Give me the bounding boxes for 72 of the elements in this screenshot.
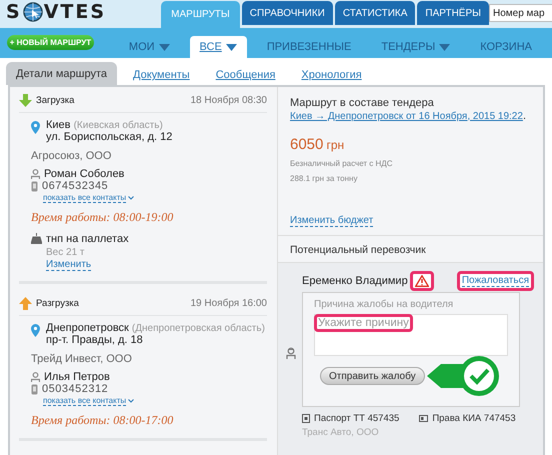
search-field[interactable]: Номер мар: [489, 4, 552, 22]
region-text: (Днепропетровская область): [132, 323, 265, 334]
document-icon: [302, 414, 310, 424]
working-hours: Время работы: 08:00-19:00: [31, 210, 174, 225]
working-hours: Время работы: 08:00-17:00: [31, 413, 174, 428]
submit-complaint-button[interactable]: Отправить жалобу: [320, 367, 425, 386]
edit-link[interactable]: Изменить: [46, 259, 92, 271]
nav-tab[interactable]: СПРАВОЧНИКИ: [242, 1, 333, 25]
phone-number: 0503452312: [42, 383, 108, 395]
detail-tab[interactable]: Сообщения: [206, 65, 286, 85]
region-text: (Киевская область): [74, 120, 163, 131]
filter-tab[interactable]: ВСЕ: [190, 36, 247, 58]
show-contacts-link[interactable]: показать все контакты: [43, 193, 126, 203]
up-arrow-icon: [19, 297, 32, 310]
nav-tab[interactable]: МАРШРУТЫ: [161, 1, 240, 28]
company-text: Агросоюз, ООО: [31, 150, 112, 162]
complain-link[interactable]: Пожаловаться: [462, 275, 529, 288]
filter-tab[interactable]: ТЕНДЕРЫ: [371, 36, 460, 58]
stop-title: Разгрузка: [36, 298, 79, 309]
location-pin-icon: [31, 324, 40, 337]
detail-tab[interactable]: Документы: [123, 65, 200, 85]
detail-tab[interactable]: Детали маршрута: [6, 62, 118, 85]
chevron-down-icon: [128, 196, 134, 200]
logo[interactable]: S VTES: [0, 1, 122, 28]
stop-title: Загрузка: [36, 95, 74, 106]
form-label: Причина жалобы на водителя: [314, 299, 454, 310]
carrier-company: Транс Авто, ООО: [302, 427, 380, 438]
reason-field[interactable]: Укажите причину: [314, 314, 508, 356]
phone-icon: [31, 180, 38, 192]
price-per-ton: 288.1 грн за тонну: [290, 174, 358, 184]
cargo-name: тнп на паллетах: [46, 233, 129, 245]
contact-name: Илья Петров: [44, 371, 110, 383]
tender-info-text: Маршрут в составе тендера Киев → Днепропетровск от 16 Ноября, 2015 19:22.: [290, 97, 527, 122]
placeholder-text: Укажите причину: [318, 317, 409, 330]
warning-icon: [414, 275, 429, 288]
address-text: пр-т. Правды, д. 18: [46, 334, 144, 346]
show-contacts-link[interactable]: показать все контакты: [43, 396, 126, 406]
phone-icon: [31, 384, 38, 394]
chevron-down-icon: [128, 399, 134, 403]
stop-datetime: 18 Ноября 08:30: [190, 95, 267, 106]
price-amount: 6050: [290, 136, 324, 154]
passport-text: Паспорт ТТ 457435: [314, 413, 400, 424]
company-text: Трейд Инвест, ООО: [31, 353, 133, 365]
cargo-icon: [31, 233, 42, 244]
detail-tab[interactable]: Хронология: [291, 65, 372, 85]
cargo-weight: Вес 21 т: [46, 247, 86, 258]
person-icon: [31, 372, 40, 382]
tender-link[interactable]: Киев → Днепропетровск от 16 Ноября, 2015 19:22: [290, 110, 523, 122]
license-text: Права КИА 747453: [432, 413, 516, 424]
filter-tab[interactable]: ПРИВЕЗЕННЫЕ: [256, 36, 362, 58]
address-text: ул. Бориспольская, д. 12: [46, 131, 172, 143]
driver-icon: [286, 347, 296, 360]
nav-tab[interactable]: ПАРТНЁРЫ: [417, 1, 489, 25]
globe-icon: [22, 2, 43, 22]
stop-datetime: 19 Ноября 16:00: [190, 298, 267, 309]
price-currency: грн: [326, 138, 344, 152]
nav-tab[interactable]: СТАТИСТИКА: [334, 1, 416, 25]
phone-number: 0674532345: [42, 180, 108, 192]
city-text: Киев: [46, 119, 71, 131]
location-pin-icon: [31, 121, 40, 134]
id-card-icon: [419, 415, 428, 422]
filter-tab[interactable]: КОРЗИНА: [470, 36, 542, 58]
check-callout-icon: [426, 354, 501, 398]
person-icon: [31, 169, 40, 179]
driver-name: Еременко Владимир: [302, 275, 408, 288]
down-arrow-icon: [19, 94, 32, 107]
new-route-button[interactable]: + НОВЫЙ МАРШРУТ: [7, 35, 94, 50]
payment-type: Безналичный расчет с НДС: [290, 159, 392, 168]
contact-name: Роман Соболев: [44, 168, 124, 180]
city-text: Днепропетровск: [46, 322, 129, 334]
edit-budget-link[interactable]: Изменить бюджет: [290, 215, 374, 228]
filter-tab[interactable]: МОИ: [118, 36, 180, 58]
